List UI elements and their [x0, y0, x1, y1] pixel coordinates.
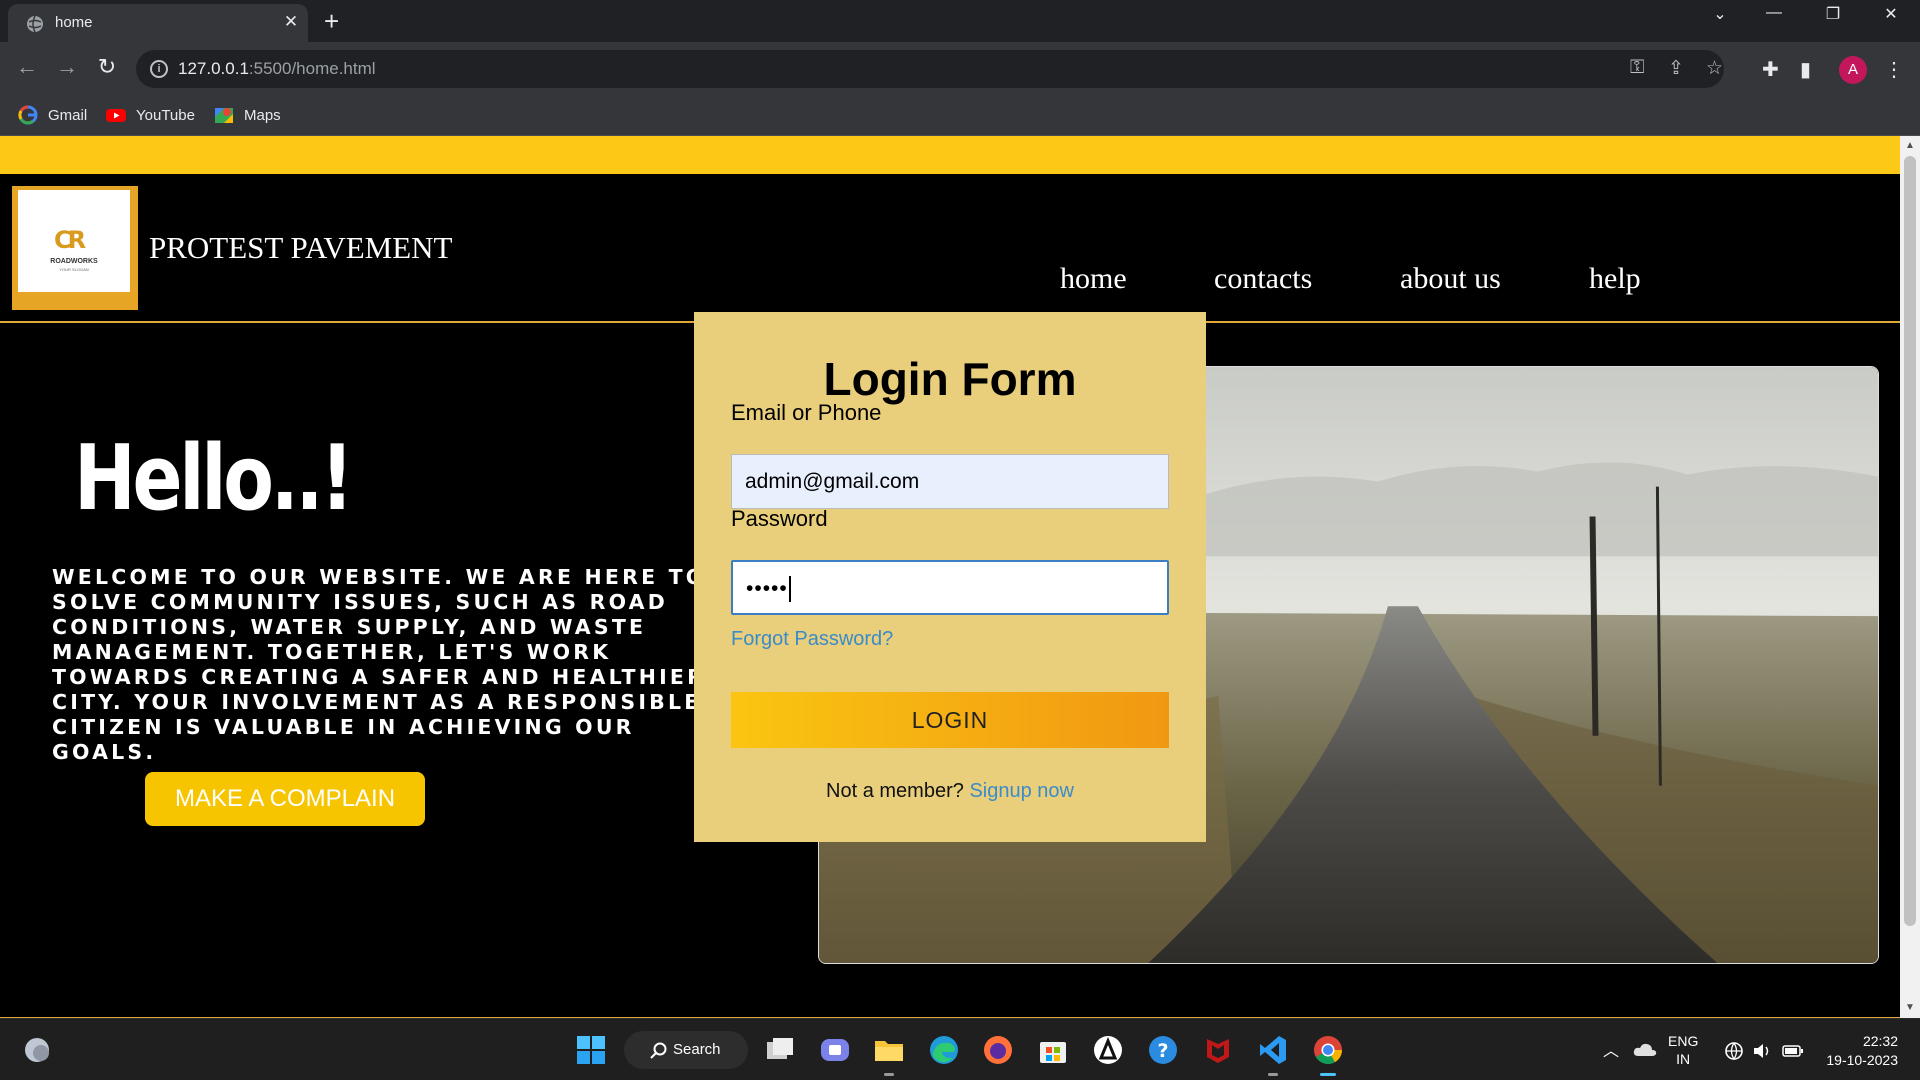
vscode-icon[interactable]: [1256, 1033, 1290, 1067]
bookmark-gmail[interactable]: Gmail: [18, 104, 87, 126]
new-tab-button[interactable]: +: [324, 6, 339, 37]
email-field[interactable]: admin@gmail.com: [731, 454, 1169, 509]
browser-toolbar: ← → ↻ i 127.0.0.1:5500/home.html ⚿ ⇪ ☆: [0, 42, 1920, 96]
browser-tab[interactable]: home ✕: [8, 4, 308, 42]
scroll-up-icon[interactable]: ▲: [1904, 140, 1916, 151]
tab-title: home: [55, 14, 93, 31]
maps-icon: [215, 108, 233, 123]
password-label: Password: [731, 506, 828, 531]
language-indicator[interactable]: ENG IN: [1668, 1032, 1698, 1068]
page-scrollbar[interactable]: ▲ ▼: [1900, 136, 1920, 1018]
chrome-icon[interactable]: [1311, 1033, 1345, 1067]
tab-search-icon[interactable]: ⌄: [1700, 4, 1740, 24]
microsoft-store-icon[interactable]: [1036, 1033, 1070, 1067]
url-text: 127.0.0.1:5500/home.html: [178, 59, 376, 78]
welcome-text: Welcome to our website. We are here to s…: [52, 565, 707, 764]
file-explorer-icon[interactable]: [872, 1033, 906, 1067]
bookmark-star-icon[interactable]: ☆: [1706, 57, 1723, 80]
top-accent-strip: [0, 136, 1900, 174]
taskbar-search[interactable]: Search: [624, 1031, 748, 1069]
youtube-icon: [106, 109, 126, 122]
bookmark-youtube[interactable]: YouTube: [106, 104, 195, 126]
search-icon: [650, 1042, 667, 1059]
site-logo[interactable]: CR ROADWORKS YOUR SLOGAN: [12, 186, 138, 310]
password-field[interactable]: •••••: [731, 560, 1169, 615]
clock[interactable]: 22:32 19-10-2023: [1818, 1032, 1898, 1070]
help-icon[interactable]: ?: [1146, 1033, 1180, 1067]
onedrive-icon[interactable]: [1633, 1040, 1657, 1060]
site-name: PROTEST PAVEMENT: [149, 230, 453, 265]
nav-contacts[interactable]: contacts: [1214, 262, 1312, 296]
chrome-active-indicator: [1320, 1073, 1336, 1076]
share-icon[interactable]: ⇪: [1668, 57, 1684, 80]
menu-icon[interactable]: ⋮: [1884, 57, 1904, 82]
signup-link[interactable]: Signup now: [969, 780, 1074, 802]
profile-avatar[interactable]: A: [1839, 56, 1867, 84]
browser-tab-bar: home ✕ + ⌄ — ❐ ✕: [0, 0, 1920, 42]
mcafee-icon[interactable]: [1201, 1033, 1235, 1067]
scroll-down-icon[interactable]: ▼: [1904, 1002, 1916, 1013]
nav-about-us[interactable]: about us: [1400, 262, 1501, 296]
back-button[interactable]: ←: [12, 54, 42, 80]
explorer-running-indicator: [884, 1073, 894, 1076]
hero-greeting: Hello..!: [74, 426, 354, 531]
minimize-button[interactable]: —: [1754, 4, 1794, 22]
logo-mark: CR: [54, 226, 86, 254]
weather-icon[interactable]: [20, 1033, 54, 1067]
task-view-icon[interactable]: [763, 1033, 797, 1067]
vscode-running-indicator: [1268, 1073, 1278, 1076]
login-button[interactable]: LOGIN: [731, 692, 1169, 748]
svg-text:?: ?: [1157, 1040, 1168, 1062]
extensions-icon[interactable]: ✚: [1762, 57, 1779, 82]
google-icon: [18, 105, 38, 125]
forward-button[interactable]: →: [52, 54, 82, 80]
scroll-thumb[interactable]: [1904, 156, 1916, 926]
logo-text: ROADWORKS: [50, 258, 98, 265]
network-icon[interactable]: [1724, 1041, 1744, 1061]
app-icon[interactable]: [1091, 1033, 1125, 1067]
key-icon[interactable]: ⚿: [1630, 57, 1644, 79]
battery-icon[interactable]: [1782, 1043, 1804, 1059]
login-title: Login Form: [823, 353, 1077, 405]
clock-time: 22:32: [1862, 1033, 1898, 1049]
bookmarks-bar: Gmail YouTube Maps: [0, 96, 1920, 136]
firefox-icon[interactable]: [981, 1033, 1015, 1067]
globe-icon: [27, 15, 43, 33]
nav-home[interactable]: home: [1060, 262, 1127, 296]
edge-icon[interactable]: [927, 1033, 961, 1067]
search-label: Search: [673, 1041, 721, 1058]
email-label: Email or Phone: [731, 400, 882, 425]
reload-button[interactable]: ↻: [92, 54, 122, 80]
close-window-button[interactable]: ✕: [1871, 4, 1911, 24]
text-caret: [788, 576, 791, 603]
restore-button[interactable]: ❐: [1813, 4, 1853, 24]
bookmark-maps[interactable]: Maps: [214, 104, 281, 126]
forgot-password-link[interactable]: Forgot Password?: [731, 628, 893, 651]
make-complain-button[interactable]: MAKE A COMPLAIN: [145, 772, 425, 826]
logo-slogan: YOUR SLOGAN: [59, 267, 89, 272]
teams-chat-icon[interactable]: [818, 1033, 852, 1067]
windows-start-icon[interactable]: [574, 1033, 608, 1067]
clock-date: 19-10-2023: [1826, 1052, 1898, 1068]
web-page: CR ROADWORKS YOUR SLOGAN PROTEST PAVEMEN…: [0, 136, 1900, 1018]
volume-icon[interactable]: [1752, 1041, 1772, 1061]
address-bar[interactable]: i 127.0.0.1:5500/home.html ⚿ ⇪ ☆: [136, 50, 1724, 88]
site-info-icon[interactable]: i: [150, 60, 168, 78]
show-hidden-icons-icon[interactable]: ︿: [1603, 1037, 1619, 1061]
password-value: •••••: [746, 577, 788, 600]
nav-help[interactable]: help: [1589, 262, 1641, 296]
logo-card: CR ROADWORKS YOUR SLOGAN: [18, 190, 130, 292]
login-form: Login Form Email or Phone admin@gmail.co…: [694, 312, 1206, 842]
signup-prompt: Not a member? Signup now: [826, 780, 1074, 802]
side-panel-icon[interactable]: ▮: [1800, 57, 1811, 82]
close-tab-icon[interactable]: ✕: [280, 12, 302, 32]
windows-taskbar: Search ? ︿ ENG IN 22:32 19-10-2023: [0, 1018, 1920, 1080]
